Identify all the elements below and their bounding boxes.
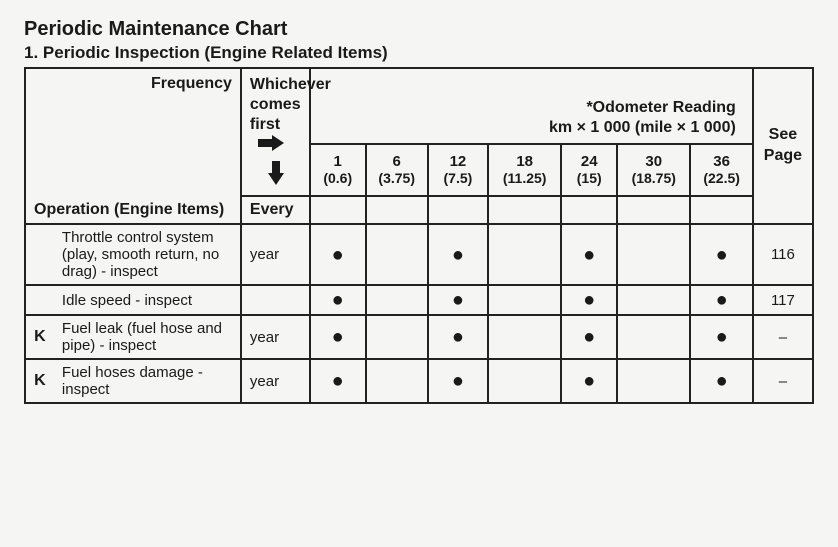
mark-cell: ● [690,359,752,403]
mark-cell: ● [310,285,366,315]
see-page-line2: Page [760,146,806,167]
k-mark: K [25,315,54,359]
operation-cell: Idle speed - inspect [54,285,241,315]
col-header: 36(22.5) [690,144,752,196]
mark-cell [617,359,690,403]
table-row: Idle speed - inspect ● ● ● ● 117 [25,285,813,315]
mark-cell [488,315,561,359]
mark-cell: ● [690,224,752,285]
every-header: Every [250,201,294,218]
page-subtitle: 1. Periodic Inspection (Engine Related I… [24,43,814,63]
mark-cell [488,285,561,315]
page-cell: 116 [753,224,813,285]
col-header: 1(0.6) [310,144,366,196]
k-mark [25,285,54,315]
mark-cell [617,315,690,359]
mark-cell: ● [310,359,366,403]
page-cell: – [753,315,813,359]
mark-cell: ● [428,224,488,285]
mark-cell: ● [310,224,366,285]
k-mark: K [25,359,54,403]
col-header: 24(15) [561,144,617,196]
whichever-line2: comes [250,96,301,113]
operation-cell: Throttle control system (play, smooth re… [54,224,241,285]
operation-header: Operation (Engine Items) [34,201,224,218]
mark-cell: ● [428,285,488,315]
mark-cell: ● [428,359,488,403]
maintenance-table: Frequency Whichever comes first *Odomete… [24,67,814,404]
mark-cell [366,224,428,285]
every-cell: year [241,315,310,359]
arrow-right-icon [258,135,284,157]
see-page-line1: See [760,125,806,146]
frequency-label: Frequency [151,75,232,92]
page-cell: 117 [753,285,813,315]
k-mark [25,224,54,285]
mark-cell: ● [561,285,617,315]
mark-cell [617,285,690,315]
table-row: Throttle control system (play, smooth re… [25,224,813,285]
page-cell: – [753,359,813,403]
mark-cell: ● [561,224,617,285]
odometer-line1: *Odometer Reading [317,98,736,119]
mark-cell: ● [690,315,752,359]
mark-cell: ● [310,315,366,359]
page-title: Periodic Maintenance Chart [24,18,814,41]
operation-cell: Fuel hoses damage - inspect [54,359,241,403]
mark-cell [366,359,428,403]
operation-cell: Fuel leak (fuel hose and pipe) - inspect [54,315,241,359]
mark-cell [366,285,428,315]
arrow-down-icon [268,161,303,191]
whichever-line1: Whichever [250,76,331,93]
whichever-line3: first [250,116,280,133]
mark-cell: ● [561,359,617,403]
mark-cell: ● [690,285,752,315]
mark-cell [617,224,690,285]
every-cell: year [241,224,310,285]
mark-cell: ● [428,315,488,359]
mark-cell [488,224,561,285]
odometer-line2: km × 1 000 (mile × 1 000) [317,118,736,139]
col-header: 18(11.25) [488,144,561,196]
table-row: K Fuel leak (fuel hose and pipe) - inspe… [25,315,813,359]
col-header: 6(3.75) [366,144,428,196]
mark-cell: ● [561,315,617,359]
col-header: 12(7.5) [428,144,488,196]
mark-cell [366,315,428,359]
every-cell: year [241,359,310,403]
every-cell [241,285,310,315]
table-row: K Fuel hoses damage - inspect year ● ● ●… [25,359,813,403]
mark-cell [488,359,561,403]
col-header: 30(18.75) [617,144,690,196]
